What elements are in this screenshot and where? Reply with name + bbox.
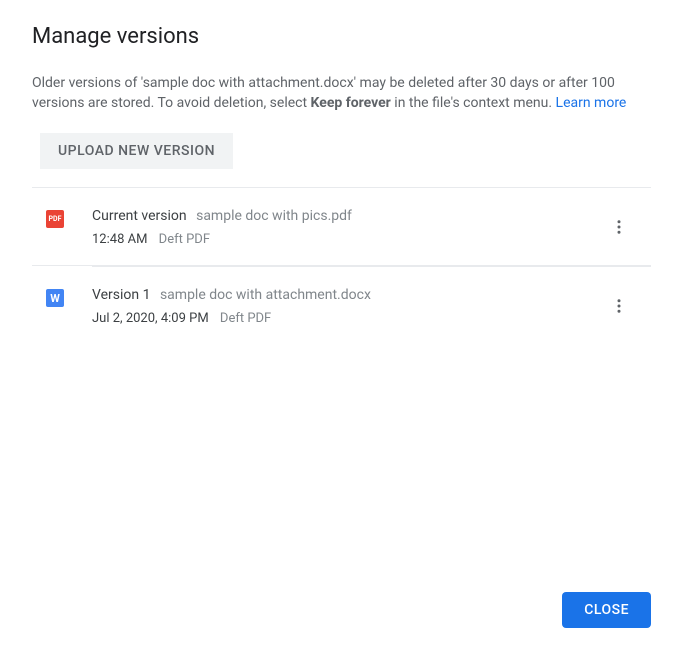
more-vert-icon	[610, 218, 628, 236]
version-label: Version 1	[92, 287, 150, 303]
version-timestamp: 12:48 AM	[92, 232, 147, 247]
version-user: Deft PDF	[220, 311, 271, 326]
version-label: Current version	[92, 208, 187, 224]
dialog-footer: CLOSE	[562, 592, 651, 628]
close-button[interactable]: CLOSE	[562, 592, 651, 628]
version-filename: sample doc with attachment.docx	[160, 287, 371, 303]
version-row-current: PDF Current version sample doc with pics…	[32, 188, 651, 266]
more-options-button[interactable]	[599, 286, 639, 326]
learn-more-link[interactable]: Learn more	[556, 95, 627, 111]
version-meta: 12:48 AM Deft PDF	[92, 232, 599, 247]
versions-list: PDF Current version sample doc with pics…	[32, 187, 651, 344]
version-meta: Jul 2, 2020, 4:09 PM Deft PDF	[92, 311, 599, 326]
dialog-description: Older versions of 'sample doc with attac…	[32, 73, 651, 113]
word-file-icon: W	[46, 289, 64, 307]
description-bold: Keep forever	[311, 95, 391, 111]
description-text-post: in the file's context menu.	[391, 95, 556, 111]
pdf-file-icon: PDF	[46, 210, 64, 228]
version-header: Version 1 sample doc with attachment.doc…	[92, 285, 599, 305]
version-filename: sample doc with pics.pdf	[196, 208, 352, 224]
version-row-1: W Version 1 sample doc with attachment.d…	[32, 267, 651, 344]
manage-versions-dialog: Manage versions Older versions of 'sampl…	[0, 0, 675, 344]
dialog-title: Manage versions	[32, 24, 651, 49]
upload-new-version-button[interactable]: UPLOAD NEW VERSION	[40, 133, 233, 169]
version-user: Deft PDF	[159, 232, 210, 247]
version-header: Current version sample doc with pics.pdf	[92, 206, 599, 226]
version-timestamp: Jul 2, 2020, 4:09 PM	[92, 311, 209, 326]
more-options-button[interactable]	[599, 207, 639, 247]
version-info: Current version sample doc with pics.pdf…	[92, 206, 599, 247]
more-vert-icon	[610, 297, 628, 315]
version-info: Version 1 sample doc with attachment.doc…	[92, 285, 599, 326]
